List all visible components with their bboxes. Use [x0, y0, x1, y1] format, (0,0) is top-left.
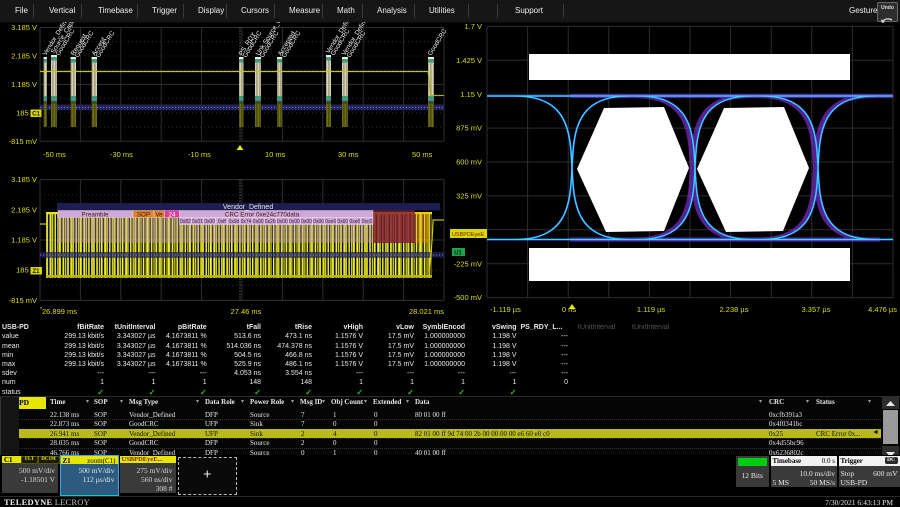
svg-text:1.185 V: 1.185 V	[11, 236, 37, 245]
svg-text:3.185 V: 3.185 V	[11, 175, 37, 184]
svg-text:0x00: 0x00	[313, 219, 324, 225]
svg-text:0x82: 0x82	[180, 219, 191, 225]
svg-text:-50 ms: -50 ms	[43, 150, 66, 159]
svg-text:0xe0: 0xe0	[349, 219, 360, 225]
svg-text:3.357 µs: 3.357 µs	[802, 305, 831, 314]
svg-text:24: 24	[168, 211, 176, 218]
svg-text:2.185 V: 2.185 V	[11, 51, 37, 60]
svg-text:0x01: 0x01	[192, 219, 203, 225]
svg-text:Ve: Ve	[155, 211, 163, 218]
svg-text:C1: C1	[32, 112, 40, 118]
svg-text:10 ms: 10 ms	[265, 150, 286, 159]
svg-text:0x9d: 0x9d	[228, 219, 239, 225]
svg-text:USBPDEyeE: USBPDEyeE	[452, 232, 484, 238]
svg-text:1.7 V: 1.7 V	[464, 22, 482, 31]
svg-text:325 mV: 325 mV	[456, 192, 482, 201]
svg-text:30 ms: 30 ms	[338, 150, 359, 159]
svg-text:0x60: 0x60	[337, 219, 348, 225]
svg-text:0x2b: 0x2b	[265, 219, 276, 225]
svg-text:0x74: 0x74	[241, 219, 252, 225]
svg-text:27.46 ms: 27.46 ms	[231, 307, 262, 316]
svg-text:875 mV: 875 mV	[456, 124, 482, 133]
svg-text:SOP: SOP	[137, 211, 150, 218]
svg-text:0 ns: 0 ns	[562, 305, 576, 314]
svg-text:Preamble: Preamble	[82, 211, 109, 218]
svg-text:600 mV: 600 mV	[456, 158, 482, 167]
svg-text:-500 mV: -500 mV	[454, 293, 482, 302]
svg-text:0xe6: 0xe6	[325, 219, 336, 225]
svg-text:0xc0: 0xc0	[362, 219, 373, 225]
svg-text:-10 ms: -10 ms	[188, 150, 211, 159]
svg-text:28.021 ms: 28.021 ms	[409, 307, 444, 316]
svg-text:-30 ms: -30 ms	[110, 150, 133, 159]
svg-text:0x00: 0x00	[301, 219, 312, 225]
svg-text:1.185 V: 1.185 V	[11, 80, 37, 89]
svg-text:2.238 µs: 2.238 µs	[720, 305, 749, 314]
svg-text:4.476 µs: 4.476 µs	[868, 305, 897, 314]
svg-text:CRC Error 0xe24c770data: CRC Error 0xe24c770data	[225, 211, 300, 218]
svg-text:0x00: 0x00	[253, 219, 264, 225]
svg-text:0x00: 0x00	[289, 219, 300, 225]
svg-text:50 ms: 50 ms	[412, 150, 433, 159]
svg-text:1.15 V: 1.15 V	[460, 90, 482, 99]
svg-text:-815 mV: -815 mV	[9, 137, 37, 146]
svg-text:26.899 ms: 26.899 ms	[42, 307, 77, 316]
svg-text:2.185 V: 2.185 V	[11, 205, 37, 214]
svg-text:Z1: Z1	[32, 269, 40, 275]
svg-text:0x00: 0x00	[204, 219, 215, 225]
svg-text:Vendor_Defined: Vendor_Defined	[223, 204, 273, 211]
svg-text:-225 mV: -225 mV	[454, 259, 482, 268]
svg-text:1.425 V: 1.425 V	[456, 56, 482, 65]
svg-text:-1.119 µs: -1.119 µs	[490, 305, 521, 314]
svg-text:3.185 V: 3.185 V	[11, 23, 37, 32]
svg-text:0xff: 0xff	[218, 219, 227, 225]
svg-text:1.119 µs: 1.119 µs	[637, 305, 666, 314]
svg-text:0x00: 0x00	[277, 219, 288, 225]
svg-text:-815 mV: -815 mV	[9, 296, 37, 305]
